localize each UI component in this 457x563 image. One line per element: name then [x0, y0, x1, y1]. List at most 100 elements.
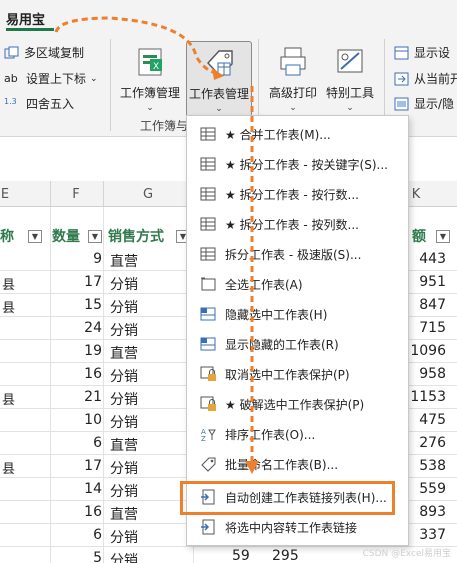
hide-sheets-icon	[200, 306, 217, 322]
table-cell[interactable]: 10	[56, 412, 102, 428]
chevron-down-icon: ⌄	[215, 104, 223, 114]
table-cell[interactable]: 6	[56, 435, 102, 451]
cell-value[interactable]: 295	[272, 548, 299, 563]
workbook-icon: X	[138, 48, 162, 76]
round-label: 四舍五入	[26, 97, 75, 111]
table-cell[interactable]: 19	[56, 343, 102, 359]
superscript-button[interactable]: ab 设置上下标 ⌄	[4, 70, 98, 87]
worksheet-manager-button[interactable]: 工作表管理 ⌄	[186, 41, 252, 123]
menu-item-label: ★ 合并工作表(M)...	[225, 128, 331, 142]
multi-copy-icon	[4, 46, 20, 60]
table-cell[interactable]: 分销	[110, 481, 138, 501]
highlight-annotation-box	[180, 481, 395, 515]
menu-item-label: 批量命名工作表(B)...	[225, 458, 339, 472]
table-cell[interactable]: 分销	[110, 320, 138, 340]
filter-dropdown-icon[interactable]: ▼	[436, 230, 450, 243]
table-cell[interactable]: 直营	[110, 343, 138, 363]
chevron-down-icon: ⌄	[346, 103, 354, 113]
multi-copy-label: 多区域复制	[24, 46, 85, 60]
split-by-cols-icon	[200, 216, 217, 232]
chevron-down-icon: ⌄	[146, 103, 154, 113]
table-cell[interactable]: 分销	[110, 389, 138, 409]
menu-item[interactable]: ★ 拆分工作表 - 按关键字(S)...	[187, 149, 408, 179]
table-cell[interactable]: 21	[56, 389, 102, 405]
multi-area-copy-button[interactable]: 多区域复制	[4, 44, 84, 61]
table-cell[interactable]: 直营	[110, 435, 138, 455]
table-cell[interactable]: 14	[56, 481, 102, 497]
filter-dropdown-icon[interactable]: ▼	[88, 230, 102, 243]
menu-item-label: 将选中内容转工作表链接	[225, 521, 358, 535]
header-cell-amount[interactable]: 额	[412, 224, 426, 248]
filter-dropdown-icon[interactable]: ▼	[28, 230, 42, 243]
menu-item-label: ★ 拆分工作表 - 按列数...	[225, 218, 359, 232]
table-cell[interactable]: 16	[56, 504, 102, 520]
split-by-rows-icon	[200, 186, 217, 202]
show-hide-icon	[394, 97, 410, 111]
cell-value[interactable]: 59	[232, 548, 250, 563]
header-cell-name[interactable]: 称	[0, 224, 14, 248]
table-cell[interactable]: 县	[2, 274, 15, 293]
menu-item[interactable]: 批量命名工作表(B)...	[187, 449, 408, 479]
show-hide-label: 显示/隐	[414, 97, 455, 111]
table-cell[interactable]: 分销	[110, 527, 138, 547]
worksheet-tag-icon	[207, 50, 233, 78]
header-cell-sales-method[interactable]: 销售方式	[108, 224, 164, 248]
from-current-button[interactable]: 从当前开	[394, 70, 457, 87]
unprotect-sheet-icon	[200, 366, 217, 382]
advanced-print-button[interactable]: 高级打印 ⌄	[265, 41, 321, 123]
show-settings-button[interactable]: 显示设	[394, 44, 450, 61]
menu-item-label: 显示隐藏的工作表(R)	[225, 338, 339, 352]
menu-item-label: 全选工作表(A)	[225, 278, 303, 292]
round-button[interactable]: 1.3 四舍五入	[4, 95, 74, 112]
menu-item[interactable]: 隐藏选中工作表(H)	[187, 299, 408, 329]
menu-item-label: 取消选中工作表保护(P)	[225, 368, 350, 382]
menu-item[interactable]: ★ 拆分工作表 - 按列数...	[187, 209, 408, 239]
show-hide-button[interactable]: 显示/隐	[394, 95, 454, 112]
chevron-down-icon: ⌄	[289, 103, 297, 113]
table-cell[interactable]: 分销	[110, 366, 138, 386]
batch-rename-icon	[200, 456, 217, 472]
table-cell[interactable]: 县	[2, 297, 15, 316]
table-cell[interactable]: 5	[56, 550, 102, 563]
special-tools-button[interactable]: 特别工具 ⌄	[322, 41, 378, 123]
superscript-icon: ab	[4, 71, 18, 85]
table-cell[interactable]: 15	[56, 297, 102, 313]
workbook-manager-label: 工作簿管理	[119, 86, 180, 100]
menu-item[interactable]: 取消选中工作表保护(P)	[187, 359, 408, 389]
column-letter-f[interactable]: F	[50, 187, 102, 202]
menu-item-label: ★ 拆分工作表 - 按关键字(S)...	[225, 158, 388, 172]
menu-item[interactable]: ★ 拆分工作表 - 按行数...	[187, 179, 408, 209]
menu-item[interactable]: A Z 排序工作表(O)...	[187, 419, 408, 449]
table-cell[interactable]: 分销	[110, 412, 138, 432]
column-letter-g[interactable]: G	[103, 187, 193, 202]
column-letter-e[interactable]: E	[0, 187, 10, 202]
table-cell[interactable]: 分销	[110, 458, 138, 478]
select-all-sheets-icon	[200, 276, 217, 292]
table-cell[interactable]: 分销	[110, 550, 138, 563]
menu-item[interactable]: 将选中内容转工作表链接	[187, 512, 408, 542]
menu-item[interactable]: 全选工作表(A)	[187, 269, 408, 299]
merge-sheets-icon	[200, 126, 217, 142]
header-cell-quantity[interactable]: 数量	[52, 224, 80, 248]
table-cell[interactable]: 16	[56, 366, 102, 382]
table-cell[interactable]: 县	[2, 458, 15, 477]
table-cell[interactable]: 分销	[110, 297, 138, 317]
table-cell[interactable]: 县	[2, 389, 15, 408]
tab-yiyongbao[interactable]: 易用宝	[6, 9, 45, 28]
table-cell[interactable]: 直营	[110, 504, 138, 524]
menu-item[interactable]: 显示隐藏的工作表(R)	[187, 329, 408, 359]
column-letter-k[interactable]: K	[408, 187, 424, 202]
ribbon-tab-bar: 易用宝	[0, 0, 457, 33]
table-cell[interactable]: 17	[56, 274, 102, 290]
menu-item[interactable]: ★ 合并工作表(M)...	[187, 119, 408, 149]
menu-item[interactable]: ★ 破解选中工作表保护(P)	[187, 389, 408, 419]
table-cell[interactable]: 直营	[110, 251, 138, 271]
table-cell[interactable]: 6	[56, 527, 102, 543]
table-cell[interactable]: 17	[56, 458, 102, 474]
table-cell[interactable]: 分销	[110, 274, 138, 294]
chevron-down-icon: ⌄	[90, 73, 98, 84]
menu-item[interactable]: 拆分工作表 - 极速版(S)...	[187, 239, 408, 269]
table-cell[interactable]: 9	[56, 251, 102, 267]
workbook-manager-button[interactable]: X 工作簿管理 ⌄	[118, 41, 182, 123]
table-cell[interactable]: 24	[56, 320, 102, 336]
